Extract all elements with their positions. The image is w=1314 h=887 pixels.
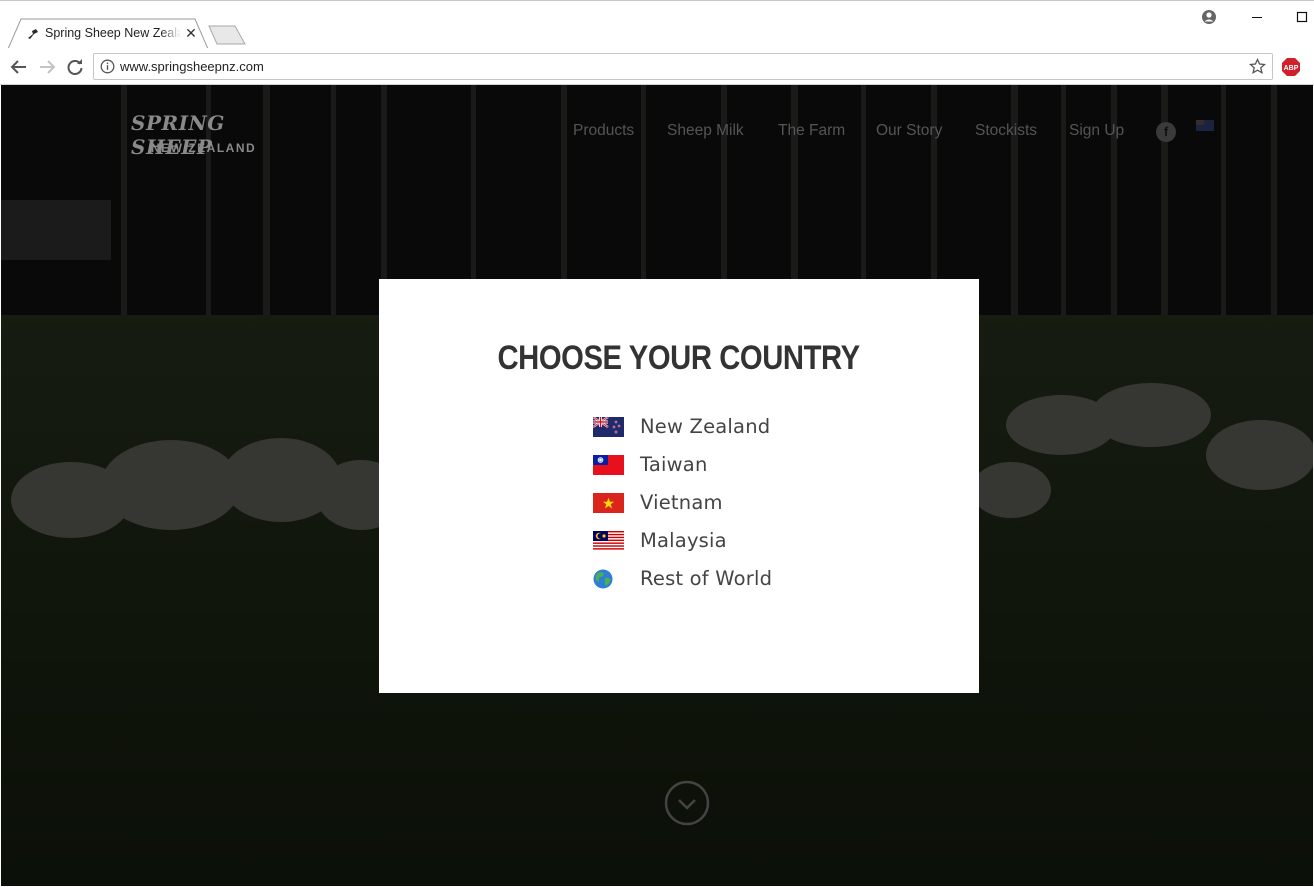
country-option-malaysia[interactable]: Malaysia: [593, 526, 813, 556]
country-label-rest-of-world: Rest of World: [640, 567, 773, 590]
malaysia-flag-icon: [593, 531, 624, 551]
country-option-new-zealand[interactable]: New Zealand: [593, 412, 813, 442]
modal-title: CHOOSE YOUR COUNTRY: [497, 339, 861, 377]
taiwan-flag-icon: [593, 455, 624, 475]
nav-stockists[interactable]: Stockists: [975, 122, 1037, 140]
browser-toolbar: www.springsheepnz.com ABP: [0, 48, 1314, 85]
country-label-taiwan: Taiwan: [640, 453, 708, 476]
logo-subline: NEW ZEALAND: [151, 141, 257, 155]
adblock-plus-icon[interactable]: ABP: [1281, 57, 1301, 77]
address-bar[interactable]: www.springsheepnz.com: [93, 53, 1273, 80]
globe-icon: [593, 569, 613, 589]
forward-arrow-icon[interactable]: [36, 56, 58, 78]
new-tab-button[interactable]: [208, 25, 246, 45]
site-info-icon[interactable]: [100, 59, 115, 74]
country-label-vietnam: Vietnam: [640, 491, 723, 514]
tab-title: Spring Sheep New Zealand: [45, 26, 181, 40]
nz-flag-icon: [593, 417, 624, 437]
profile-icon[interactable]: [1187, 3, 1233, 31]
tab-close-icon[interactable]: ✕: [184, 25, 198, 41]
adblock-label: ABP: [1284, 65, 1299, 72]
maximize-icon[interactable]: [1280, 3, 1314, 31]
bookmark-star-icon[interactable]: [1249, 58, 1266, 75]
nav-sheep-milk[interactable]: Sheep Milk: [667, 122, 744, 140]
vietnam-flag-icon: [593, 493, 624, 513]
browser-titlebar: Spring Sheep New Zealand ✕: [0, 0, 1314, 49]
back-arrow-icon[interactable]: [8, 56, 30, 78]
country-label-new-zealand: New Zealand: [640, 415, 771, 438]
scroll-down-icon[interactable]: [664, 780, 710, 826]
spring-sheep-logo[interactable]: SPRING SHEEP NEW ZEALAND: [131, 109, 276, 159]
url-text: www.springsheepnz.com: [120, 59, 264, 74]
country-option-vietnam[interactable]: Vietnam: [593, 488, 813, 518]
browser-tab-active[interactable]: Spring Sheep New Zealand ✕: [8, 18, 208, 49]
nav-sign-up[interactable]: Sign Up: [1069, 122, 1124, 140]
sheep-favicon-icon: [28, 29, 38, 39]
reload-icon[interactable]: [64, 56, 86, 78]
nav-the-farm[interactable]: The Farm: [778, 122, 845, 140]
nav-our-story[interactable]: Our Story: [876, 122, 942, 140]
nav-nz-flag-icon[interactable]: [1196, 120, 1214, 131]
minimize-icon[interactable]: [1235, 3, 1281, 31]
country-label-malaysia: Malaysia: [640, 529, 727, 552]
facebook-icon[interactable]: f: [1156, 122, 1176, 142]
country-selector-modal: CHOOSE YOUR COUNTRY New Zealand Taiwan V: [379, 279, 979, 693]
country-option-rest-of-world[interactable]: Rest of World: [593, 564, 813, 594]
country-option-taiwan[interactable]: Taiwan: [593, 450, 813, 480]
nav-products[interactable]: Products: [573, 122, 634, 140]
